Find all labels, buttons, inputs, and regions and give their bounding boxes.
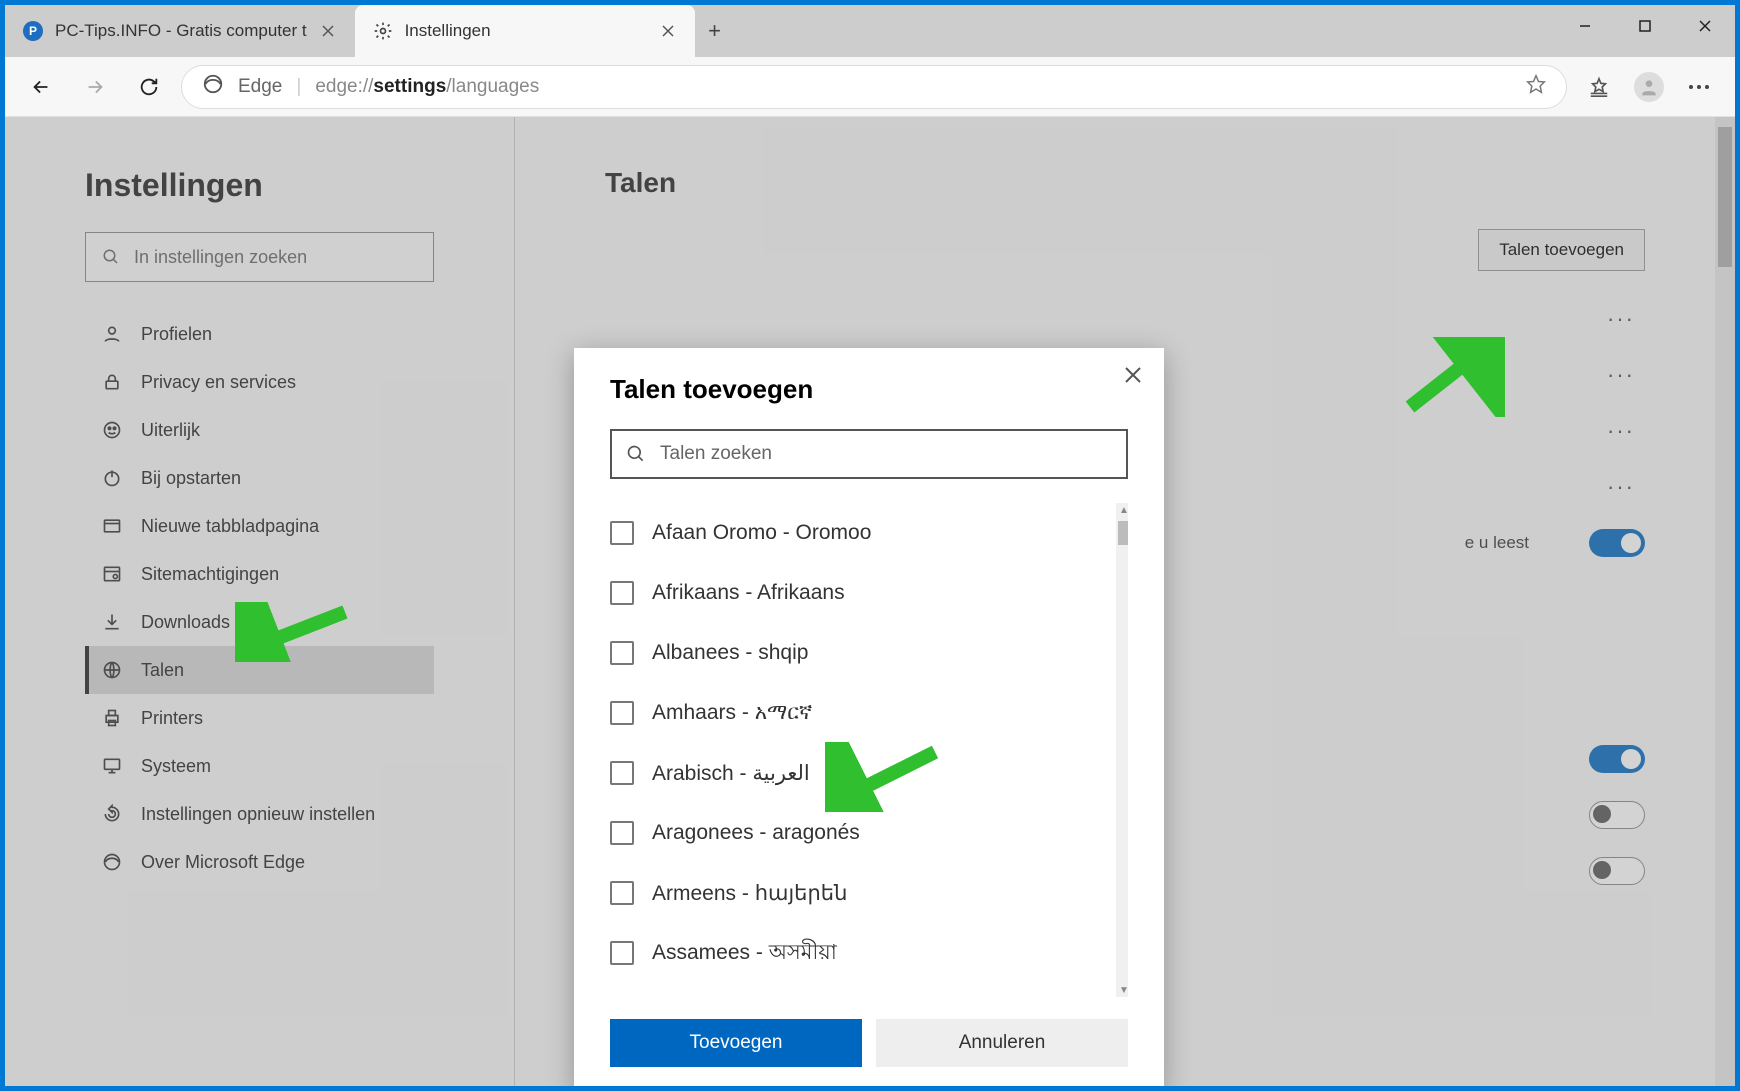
language-option[interactable]: Assamees - অসমীয়া (610, 923, 1128, 983)
tab-pc-tips[interactable]: P PC-Tips.INFO - Gratis computer t (5, 5, 355, 57)
language-option[interactable]: Arabisch - العربية (610, 743, 1128, 803)
checkbox[interactable] (610, 641, 634, 665)
window-controls (1555, 5, 1735, 47)
add-languages-dialog: Talen toevoegen Talen zoeken Afaan Oromo… (574, 348, 1164, 1086)
close-icon[interactable] (659, 22, 677, 40)
address-bar[interactable]: Edge | edge://settings/languages (181, 65, 1567, 109)
cancel-button[interactable]: Annuleren (876, 1019, 1128, 1067)
search-icon (626, 444, 646, 464)
checkbox[interactable] (610, 761, 634, 785)
close-icon[interactable] (1124, 366, 1142, 389)
language-option[interactable]: Afrikaans - Afrikaans (610, 563, 1128, 623)
close-icon[interactable] (319, 22, 337, 40)
favorite-icon[interactable] (1526, 74, 1546, 100)
address-prefix: Edge (238, 76, 282, 98)
tab-title: PC-Tips.INFO - Gratis computer t (55, 21, 307, 41)
checkbox[interactable] (610, 701, 634, 725)
language-option[interactable]: Amhaars - አማርኛ (610, 683, 1128, 743)
browser-window: P PC-Tips.INFO - Gratis computer t Inste… (5, 5, 1735, 1086)
dialog-title: Talen toevoegen (610, 374, 1128, 405)
maximize-button[interactable] (1615, 5, 1675, 47)
tab-title: Instellingen (405, 21, 647, 41)
language-option[interactable]: Armeens - հայերեն (610, 863, 1128, 923)
back-button[interactable] (19, 65, 63, 109)
refresh-button[interactable] (127, 65, 171, 109)
add-button[interactable]: Toevoegen (610, 1019, 862, 1067)
language-list: Afaan Oromo - Oromoo Afrikaans - Afrikaa… (610, 503, 1128, 997)
tab-settings[interactable]: Instellingen (355, 5, 695, 57)
edge-logo-icon (202, 73, 224, 101)
tab-bar: P PC-Tips.INFO - Gratis computer t Inste… (5, 5, 1735, 57)
gear-icon (373, 21, 393, 41)
minimize-button[interactable] (1555, 5, 1615, 47)
checkbox[interactable] (610, 581, 634, 605)
checkbox[interactable] (610, 521, 634, 545)
checkbox[interactable] (610, 941, 634, 965)
menu-button[interactable] (1677, 65, 1721, 109)
checkbox[interactable] (610, 821, 634, 845)
forward-button[interactable] (73, 65, 117, 109)
toolbar: Edge | edge://settings/languages (5, 57, 1735, 117)
language-option[interactable]: Aragonees - aragonés (610, 803, 1128, 863)
language-option[interactable]: Afaan Oromo - Oromoo (610, 503, 1128, 563)
language-option[interactable]: Albanees - shqip (610, 623, 1128, 683)
dialog-search-input[interactable]: Talen zoeken (610, 429, 1128, 479)
checkbox[interactable] (610, 881, 634, 905)
content-area: Instellingen In instellingen zoeken Prof… (5, 117, 1735, 1086)
pc-tips-favicon-icon: P (23, 21, 43, 41)
favorites-list-icon[interactable] (1577, 65, 1621, 109)
new-tab-button[interactable]: + (695, 5, 735, 57)
dialog-scrollbar[interactable]: ▲ ▼ (1116, 503, 1128, 997)
profile-avatar[interactable] (1627, 65, 1671, 109)
close-window-button[interactable] (1675, 5, 1735, 47)
